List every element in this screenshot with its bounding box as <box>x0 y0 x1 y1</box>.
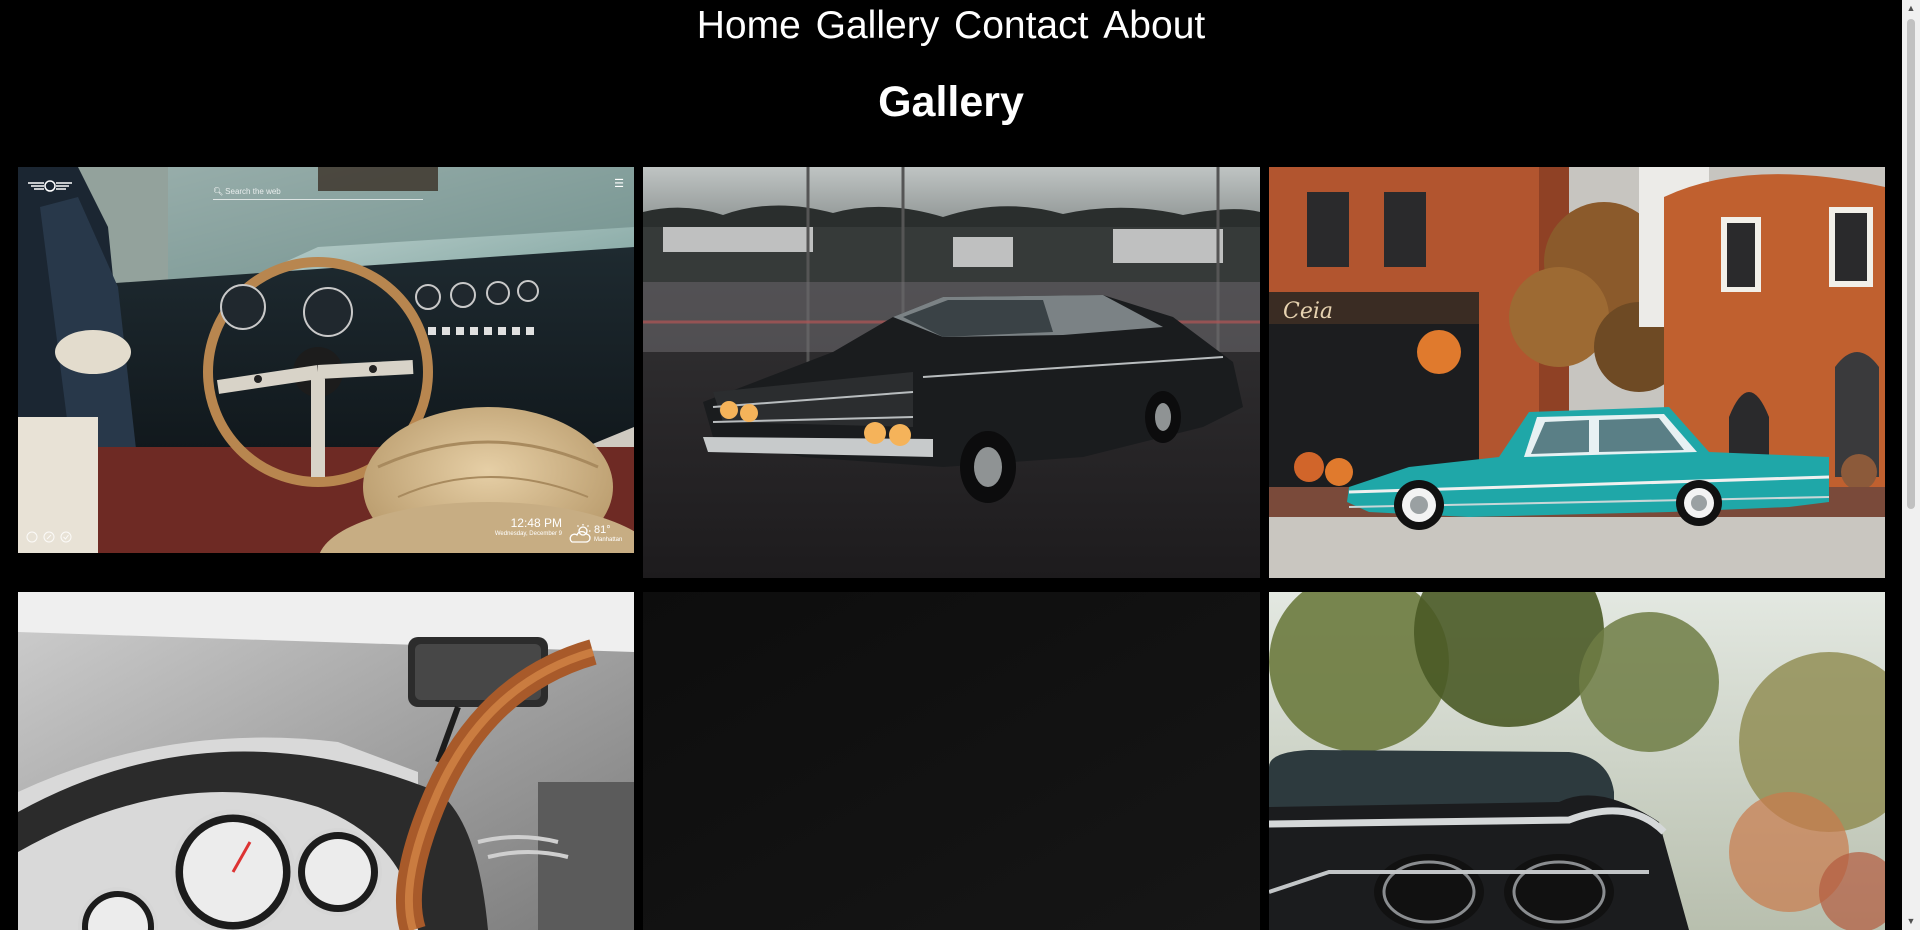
nav-contact-link[interactable]: Contact <box>954 4 1088 47</box>
teal-car-photo: Ceia <box>1269 167 1885 578</box>
nav-about-link[interactable]: About <box>1103 4 1205 47</box>
mini-wings-logo-icon <box>28 180 72 192</box>
search-icon: 🔍︎ <box>213 187 224 196</box>
gallery-image-classic-car-grille[interactable] <box>1269 592 1885 930</box>
nav-home-link[interactable]: Home <box>697 4 801 47</box>
scroll-up-arrow-icon[interactable]: ▲ <box>1902 0 1920 17</box>
page: Home Gallery Contact About Gallery 🔍︎ Se… <box>0 0 1920 930</box>
weather-widget: 81° Manhattan <box>594 524 628 544</box>
gallery-image-interior-steering-wheel[interactable]: 🔍︎ Search the web ☰ 12:48 PM Wednesday, D… <box>18 167 634 553</box>
search-placeholder: Search the web <box>225 187 281 196</box>
nav-gallery-link[interactable]: Gallery <box>816 4 940 47</box>
dashboard-photo <box>18 592 634 930</box>
mini-logo <box>26 179 74 193</box>
storefront-sign: Ceia <box>1283 299 1333 324</box>
vertical-scrollbar[interactable]: ▲ ▼ <box>1902 0 1920 930</box>
gallery-image-dark[interactable] <box>643 592 1260 930</box>
page-title: Gallery <box>878 78 1024 126</box>
gallery-image-black-impala[interactable] <box>643 167 1260 578</box>
gallery-image-teal-car-brick-street[interactable]: Ceia <box>1269 167 1885 578</box>
top-nav: Home Gallery Contact About <box>0 0 1902 52</box>
check-icon <box>60 531 72 543</box>
scrollbar-thumb[interactable] <box>1907 19 1915 509</box>
scroll-down-arrow-icon[interactable]: ▼ <box>1902 913 1920 930</box>
search-bar[interactable]: 🔍︎ Search the web <box>213 185 423 200</box>
clock-date: Wednesday, December 9 <box>494 531 562 537</box>
clock-time: 12:48 PM <box>510 516 562 530</box>
clock-widget: 12:48 PM Wednesday, December 9 <box>495 517 562 538</box>
dark-photo <box>643 592 1260 930</box>
black-impala-photo <box>643 167 1260 578</box>
apps-icon <box>26 531 38 543</box>
gallery-image-dashboard-gauges[interactable] <box>18 592 634 930</box>
partly-cloudy-icon <box>568 524 594 544</box>
quick-icons <box>26 531 74 543</box>
interior-photo <box>18 167 634 553</box>
car-grille-photo <box>1269 592 1885 930</box>
weather-location: Manhattan <box>594 537 623 543</box>
weather-temp: 81° <box>594 524 611 536</box>
menu-icon[interactable]: ☰ <box>614 177 624 190</box>
